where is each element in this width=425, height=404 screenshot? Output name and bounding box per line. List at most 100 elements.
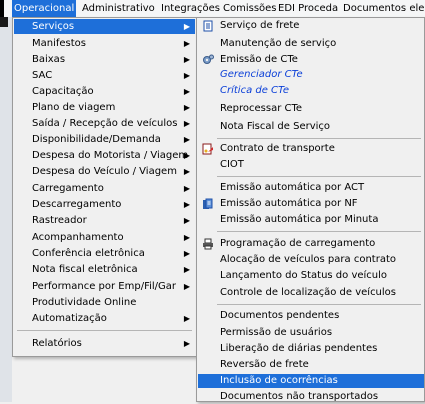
dropdown-item-conferencia-eletronica[interactable]: Conferência eletrônica ▶: [14, 246, 195, 261]
submenu-item-servico-de-frete[interactable]: Serviço de frete: [198, 19, 424, 33]
item-label: Rastreador: [32, 215, 87, 226]
item-label: Serviço de frete: [220, 20, 300, 31]
dropdown-item-despesa-motorista[interactable]: Despesa do Motorista / Viagem ▶: [14, 148, 195, 163]
dropdown-item-despesa-veiculo[interactable]: Despesa do Veículo / Viagem ▶: [14, 164, 195, 179]
item-label: Gerenciador CTe: [220, 69, 303, 80]
item-label: Inclusão de ocorrências: [220, 375, 338, 386]
item-label: Emissão automática por Minuta: [220, 214, 379, 225]
submenu-item-nota-fiscal-de-servico[interactable]: Nota Fiscal de Serviço: [198, 120, 424, 134]
item-label: Acompanhamento: [32, 232, 124, 243]
menu-documentos-eletronicos[interactable]: Documentos ele: [341, 0, 425, 17]
item-label: Crítica de CTe: [220, 85, 290, 96]
item-label: Despesa do Veículo / Viagem: [32, 166, 177, 177]
submenu-arrow-icon: ▶: [183, 151, 190, 160]
item-label: Disponibilidade/Demanda: [32, 134, 161, 145]
menu-bar: Operacional Administrativo Integrações C…: [0, 0, 425, 18]
item-label: Baixas: [32, 54, 66, 65]
printer-icon: [203, 238, 213, 250]
submenu-arrow-icon: ▶: [183, 249, 190, 258]
dropdown-item-carregamento[interactable]: Carregamento ▶: [14, 181, 195, 196]
dropdown-item-sac[interactable]: SAC ▶: [14, 68, 195, 83]
submenu-item-contrato-de-transporte[interactable]: Contrato de transporte: [198, 142, 424, 156]
dropdown-item-relatorios[interactable]: Relatórios ▶: [14, 336, 195, 351]
menu-separator: [217, 231, 421, 232]
submenu-item-critica-de-cte[interactable]: Crítica de CTe: [198, 84, 424, 98]
item-label: Produtividade Online: [32, 297, 137, 308]
item-label: Permissão de usuários: [220, 327, 333, 338]
submenu-item-gerenciador-cte[interactable]: Gerenciador CTe: [198, 68, 424, 82]
submenu-item-manutencao-de-servico[interactable]: Manutenção de serviço: [198, 37, 424, 51]
submenu-arrow-icon: ▶: [183, 135, 190, 144]
item-label: Controle de localização de veículos: [220, 287, 397, 298]
submenu-arrow-icon: ▶: [183, 55, 190, 64]
submenu-item-documentos-pendentes[interactable]: Documentos pendentes: [198, 309, 424, 323]
submenu-item-emissao-automatica-nf[interactable]: Emissão automática por NF: [198, 197, 424, 211]
item-label: Manifestos: [32, 38, 87, 49]
dropdown-item-rastreador[interactable]: Rastreador ▶: [14, 213, 195, 228]
submenu-arrow-icon: ▶: [183, 39, 190, 48]
submenu-item-inclusao-ocorrencias[interactable]: Inclusão de ocorrências: [198, 374, 424, 388]
item-label: Performance por Emp/Fil/Gar: [32, 281, 177, 292]
menu-separator: [217, 138, 421, 139]
item-label: Serviços: [32, 21, 75, 32]
item-label: Despesa do Motorista / Viagem: [32, 150, 189, 161]
item-label: Alocação de veículos para contrato: [220, 254, 396, 265]
dropdown-item-servicos[interactable]: Serviços ▶: [14, 19, 195, 34]
item-label: Carregamento: [32, 183, 104, 194]
dropdown-item-manifestos[interactable]: Manifestos ▶: [14, 36, 195, 51]
item-label: Descarregamento: [32, 199, 122, 210]
dropdown-item-nota-fiscal-eletronica[interactable]: Nota fiscal eletrônica ▶: [14, 262, 195, 277]
submenu-arrow-icon: ▶: [183, 71, 190, 80]
submenu-arrow-icon: ▶: [183, 103, 190, 112]
servicos-submenu: Serviço de frete Manutenção de serviço E…: [196, 17, 425, 402]
submenu-item-ciot[interactable]: CIOT: [198, 158, 424, 172]
dropdown-item-capacitacao[interactable]: Capacitação ▶: [14, 84, 195, 99]
document-icon: [203, 20, 213, 32]
submenu-item-reprocessar-cte[interactable]: Reprocessar CTe: [198, 102, 424, 116]
left-panel-block: [0, 17, 8, 27]
dropdown-item-saida-recepcao-veiculos[interactable]: Saída / Recepção de veículos ▶: [14, 116, 195, 131]
dropdown-item-baixas[interactable]: Baixas ▶: [14, 52, 195, 67]
submenu-item-liberacao-diarias[interactable]: Liberação de diárias pendentes: [198, 342, 424, 356]
item-label: Emissão automática por NF: [220, 198, 358, 209]
item-label: Relatórios: [32, 338, 82, 349]
submenu-item-permissao-usuarios[interactable]: Permissão de usuários: [198, 326, 424, 340]
submenu-item-emissao-automatica-act[interactable]: Emissão automática por ACT: [198, 181, 424, 195]
item-label: Reprocessar CTe: [220, 103, 303, 114]
menubar-edge: [0, 0, 4, 17]
submenu-item-emissao-automatica-minuta[interactable]: Emissão automática por Minuta: [198, 213, 424, 227]
submenu-item-programacao-carregamento[interactable]: Programação de carregamento: [198, 237, 424, 251]
item-label: Capacitação: [32, 86, 94, 97]
submenu-item-emissao-de-cte[interactable]: Emissão de CTe: [198, 53, 424, 67]
menu-separator: [217, 304, 421, 305]
dropdown-item-automatizacao[interactable]: Automatização ▶: [14, 311, 195, 326]
left-panel: [0, 17, 12, 402]
submenu-item-controle-localizacao[interactable]: Controle de localização de veículos: [198, 286, 424, 300]
item-label: Contrato de transporte: [220, 143, 335, 154]
menu-integracoes[interactable]: Integrações: [159, 0, 222, 17]
dropdown-item-acompanhamento[interactable]: Acompanhamento ▶: [14, 230, 195, 245]
dropdown-item-plano-de-viagem[interactable]: Plano de viagem ▶: [14, 100, 195, 115]
menu-administrativo[interactable]: Administrativo: [80, 0, 157, 17]
dropdown-item-descarregamento[interactable]: Descarregamento ▶: [14, 197, 195, 212]
dropdown-item-performance[interactable]: Performance por Emp/Fil/Gar ▶: [14, 279, 195, 294]
dropdown-item-disponibilidade-demanda[interactable]: Disponibilidade/Demanda ▶: [14, 132, 195, 147]
item-label: CIOT: [220, 159, 244, 170]
item-label: Emissão automática por ACT: [220, 182, 365, 193]
item-label: Nota Fiscal de Serviço: [220, 121, 331, 132]
menu-edi-proceda[interactable]: EDI Proceda: [276, 0, 340, 17]
contract-icon: [202, 143, 213, 155]
dropdown-item-produtividade-online[interactable]: Produtividade Online: [14, 295, 195, 310]
submenu-item-alocacao-veiculos[interactable]: Alocação de veículos para contrato: [198, 253, 424, 267]
operacional-dropdown: Serviços ▶ Manifestos ▶ Baixas ▶ SAC ▶ Capac…: [12, 17, 197, 357]
item-label: Reversão de frete: [220, 359, 309, 370]
item-label: Manutenção de serviço: [220, 38, 337, 49]
submenu-item-lancamento-status-veiculo[interactable]: Lançamento do Status do veículo: [198, 269, 424, 283]
submenu-item-reversao-de-frete[interactable]: Reversão de frete: [198, 358, 424, 372]
submenu-arrow-icon: ▶: [183, 265, 190, 274]
submenu-arrow-icon: ▶: [183, 216, 190, 225]
item-label: Nota fiscal eletrônica: [32, 264, 138, 275]
submenu-arrow-icon: ▶: [183, 119, 190, 128]
menu-comissoes[interactable]: Comissões: [221, 0, 279, 17]
menu-operacional[interactable]: Operacional: [12, 0, 77, 17]
